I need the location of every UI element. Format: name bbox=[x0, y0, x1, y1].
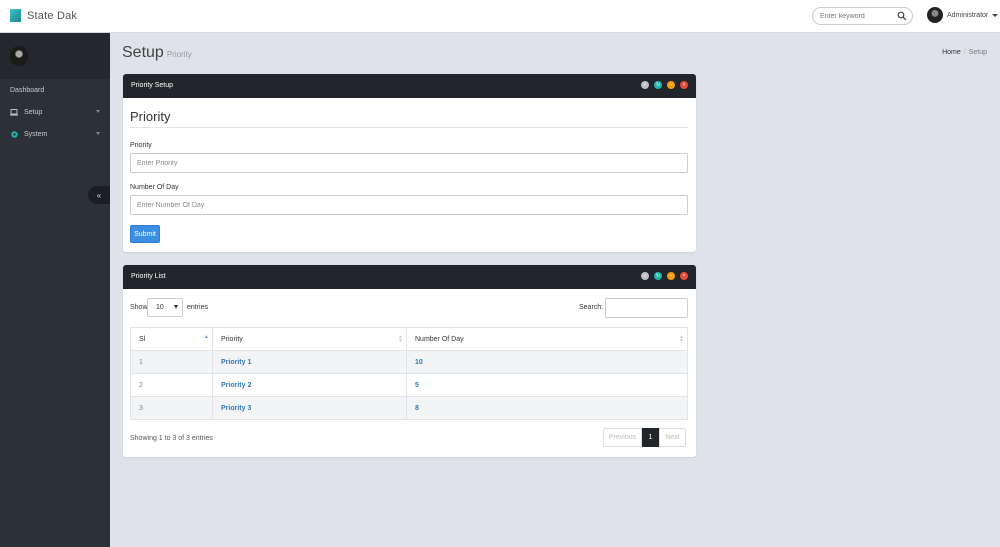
global-search-input[interactable] bbox=[813, 8, 893, 24]
column-header-label: Sl bbox=[139, 335, 146, 343]
brand-name: State Dak bbox=[27, 9, 78, 22]
column-header-sl[interactable]: Sl ▲ bbox=[130, 327, 213, 351]
cell-priority[interactable]: Priority 3 bbox=[212, 396, 407, 420]
table-header-row: Sl ▲ Priority ▲ ▼ Number Of Day ▲ ▼ bbox=[130, 327, 688, 351]
panel-tools: ✓ ↻ – × bbox=[641, 81, 688, 89]
user-menu[interactable]: Administrator bbox=[927, 7, 999, 23]
chevron-down-icon bbox=[96, 110, 100, 113]
page-subtitle: Priority bbox=[166, 50, 192, 59]
user-name: Administrator bbox=[947, 11, 989, 19]
chevron-down-icon bbox=[96, 132, 100, 135]
number-of-day-input[interactable] bbox=[130, 195, 688, 215]
table-info: Showing 1 to 3 of 3 entries bbox=[130, 435, 213, 442]
priority-input[interactable] bbox=[130, 153, 688, 173]
priority-setup-panel: Priority Setup ✓ ↻ – × Priority Priority… bbox=[123, 74, 696, 252]
breadcrumb-home[interactable]: Home bbox=[942, 49, 961, 56]
top-navbar: State Dak Administrator bbox=[0, 0, 1000, 33]
sidebar-item-label: System bbox=[24, 130, 48, 138]
pagination: Previous 1 Next bbox=[603, 428, 686, 447]
table-search-input[interactable] bbox=[605, 298, 688, 318]
entries-label: entries bbox=[187, 304, 209, 311]
chevron-left-icon: « bbox=[96, 190, 102, 200]
panel-title: Priority List bbox=[131, 273, 166, 280]
laptop-icon bbox=[10, 108, 18, 116]
number-of-day-label: Number Of Day bbox=[130, 184, 179, 191]
cell-sl: 2 bbox=[130, 373, 213, 397]
gear-icon bbox=[10, 130, 18, 138]
refresh-icon[interactable]: ↻ bbox=[654, 272, 662, 280]
panel-header: Priority List ✓ ↻ – × bbox=[123, 265, 696, 289]
panel-tools: ✓ ↻ – × bbox=[641, 272, 688, 280]
cell-days[interactable]: 10 bbox=[406, 350, 688, 374]
table-row: 3 Priority 3 8 bbox=[130, 396, 688, 420]
sidebar-item-dashboard[interactable]: Dashboard bbox=[0, 79, 110, 101]
sidebar: Dashboard Setup System « bbox=[0, 33, 110, 547]
brand[interactable]: State Dak bbox=[10, 9, 77, 22]
pagination-previous[interactable]: Previous bbox=[603, 428, 642, 447]
cell-sl: 1 bbox=[130, 350, 213, 374]
priority-label: Priority bbox=[130, 142, 152, 149]
table-row: 2 Priority 2 5 bbox=[130, 373, 688, 397]
column-header-label: Priority bbox=[221, 335, 243, 343]
close-icon[interactable]: × bbox=[680, 272, 688, 280]
page-title: Setup bbox=[122, 44, 164, 61]
sort-icon: ▲ ▼ bbox=[398, 334, 403, 344]
minimize-icon[interactable]: – bbox=[667, 272, 675, 280]
panel-title: Priority Setup bbox=[131, 82, 174, 89]
show-label: Show bbox=[130, 304, 148, 311]
column-header-priority[interactable]: Priority ▲ ▼ bbox=[212, 327, 407, 351]
table-row: 1 Priority 1 10 bbox=[130, 350, 688, 374]
pagination-next[interactable]: Next bbox=[659, 428, 686, 447]
page-header: Setup Priority bbox=[122, 44, 192, 62]
sidebar-item-label: Dashboard bbox=[10, 86, 45, 94]
breadcrumb: Home / Setup bbox=[942, 49, 987, 56]
brand-logo-icon bbox=[10, 9, 21, 22]
refresh-icon[interactable]: ↻ bbox=[654, 81, 662, 89]
divider bbox=[130, 127, 688, 128]
breadcrumb-current: Setup bbox=[968, 49, 987, 56]
column-header-label: Number Of Day bbox=[415, 335, 464, 343]
sidebar-item-system[interactable]: System bbox=[0, 123, 110, 145]
breadcrumb-separator: / bbox=[963, 49, 966, 56]
check-icon[interactable]: ✓ bbox=[641, 272, 649, 280]
minimize-icon[interactable]: – bbox=[667, 81, 675, 89]
check-icon[interactable]: ✓ bbox=[641, 81, 649, 89]
chevron-down-icon bbox=[992, 13, 999, 17]
page-length-value: 10 bbox=[156, 304, 164, 311]
sidebar-collapse-button[interactable]: « bbox=[88, 186, 110, 204]
sidebar-item-label: Setup bbox=[24, 108, 43, 116]
search-icon[interactable] bbox=[897, 11, 907, 21]
priority-list-panel: Priority List ✓ ↻ – × Show 10 entries Se… bbox=[123, 265, 696, 457]
caret-down-icon bbox=[174, 305, 178, 309]
close-icon[interactable]: × bbox=[680, 81, 688, 89]
page-length-select[interactable]: 10 bbox=[147, 298, 183, 317]
column-header-number-of-day[interactable]: Number Of Day ▲ ▼ bbox=[406, 327, 688, 351]
form-heading: Priority bbox=[130, 109, 171, 124]
pagination-current-page[interactable]: 1 bbox=[642, 428, 659, 447]
avatar[interactable] bbox=[10, 46, 28, 66]
cell-days[interactable]: 5 bbox=[406, 373, 688, 397]
table-search-label: Search: bbox=[579, 304, 604, 311]
avatar bbox=[927, 7, 943, 23]
cell-priority[interactable]: Priority 1 bbox=[212, 350, 407, 374]
sort-asc-icon: ▲ bbox=[204, 334, 209, 340]
priority-table: Sl ▲ Priority ▲ ▼ Number Of Day ▲ ▼ 1 Priorit… bbox=[130, 327, 688, 420]
sidebar-profile bbox=[0, 33, 110, 79]
sort-icon: ▲ ▼ bbox=[679, 334, 684, 344]
sidebar-item-setup[interactable]: Setup bbox=[0, 101, 110, 123]
cell-days[interactable]: 8 bbox=[406, 396, 688, 420]
panel-header: Priority Setup ✓ ↻ – × bbox=[123, 74, 696, 98]
submit-button[interactable]: Submit bbox=[130, 225, 160, 243]
cell-priority[interactable]: Priority 2 bbox=[212, 373, 407, 397]
global-search bbox=[812, 7, 913, 25]
cell-sl: 3 bbox=[130, 396, 213, 420]
